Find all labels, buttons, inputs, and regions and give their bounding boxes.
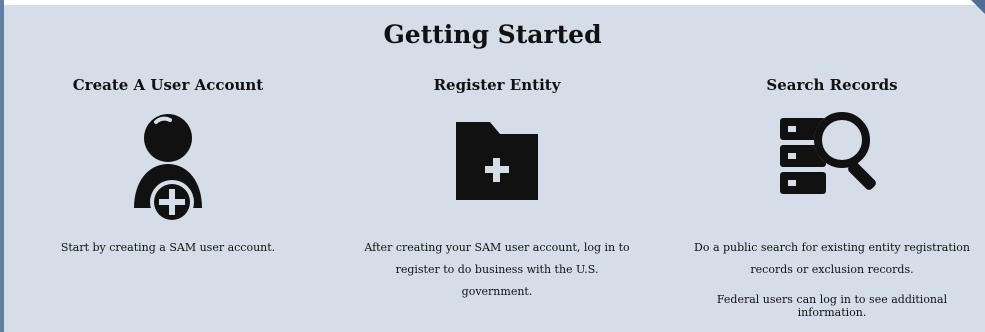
- card-heading[interactable]: Register Entity: [362, 76, 632, 94]
- card-description: After creating your SAM user account, lo…: [362, 237, 632, 303]
- search-records-icon[interactable]: [778, 108, 888, 198]
- card-description: Do a public search for existing entity r…: [684, 237, 980, 281]
- description-line: After creating your SAM user account, lo…: [364, 241, 630, 254]
- left-edge-bar: [0, 0, 4, 332]
- add-user-icon[interactable]: [126, 110, 216, 230]
- card-register-entity: Register Entity After creating your SAM …: [362, 0, 632, 332]
- description-line: records or exclusion records.: [750, 263, 914, 276]
- card-heading[interactable]: Search Records: [684, 76, 980, 94]
- card-heading[interactable]: Create A User Account: [38, 76, 298, 94]
- folder-plus-icon[interactable]: [452, 116, 542, 206]
- card-create-account: Create A User Account Start by creating …: [38, 0, 298, 332]
- description-line: Do a public search for existing entity r…: [694, 241, 970, 254]
- card-description: Start by creating a SAM user account.: [38, 237, 298, 259]
- federal-users-note: Federal users can log in to see addition…: [716, 293, 948, 319]
- card-search-records: Search Records Do a public search for ex…: [684, 0, 980, 332]
- description-line: register to do business with the U.S. go…: [395, 263, 599, 298]
- description-line: Start by creating a SAM user account.: [60, 241, 276, 254]
